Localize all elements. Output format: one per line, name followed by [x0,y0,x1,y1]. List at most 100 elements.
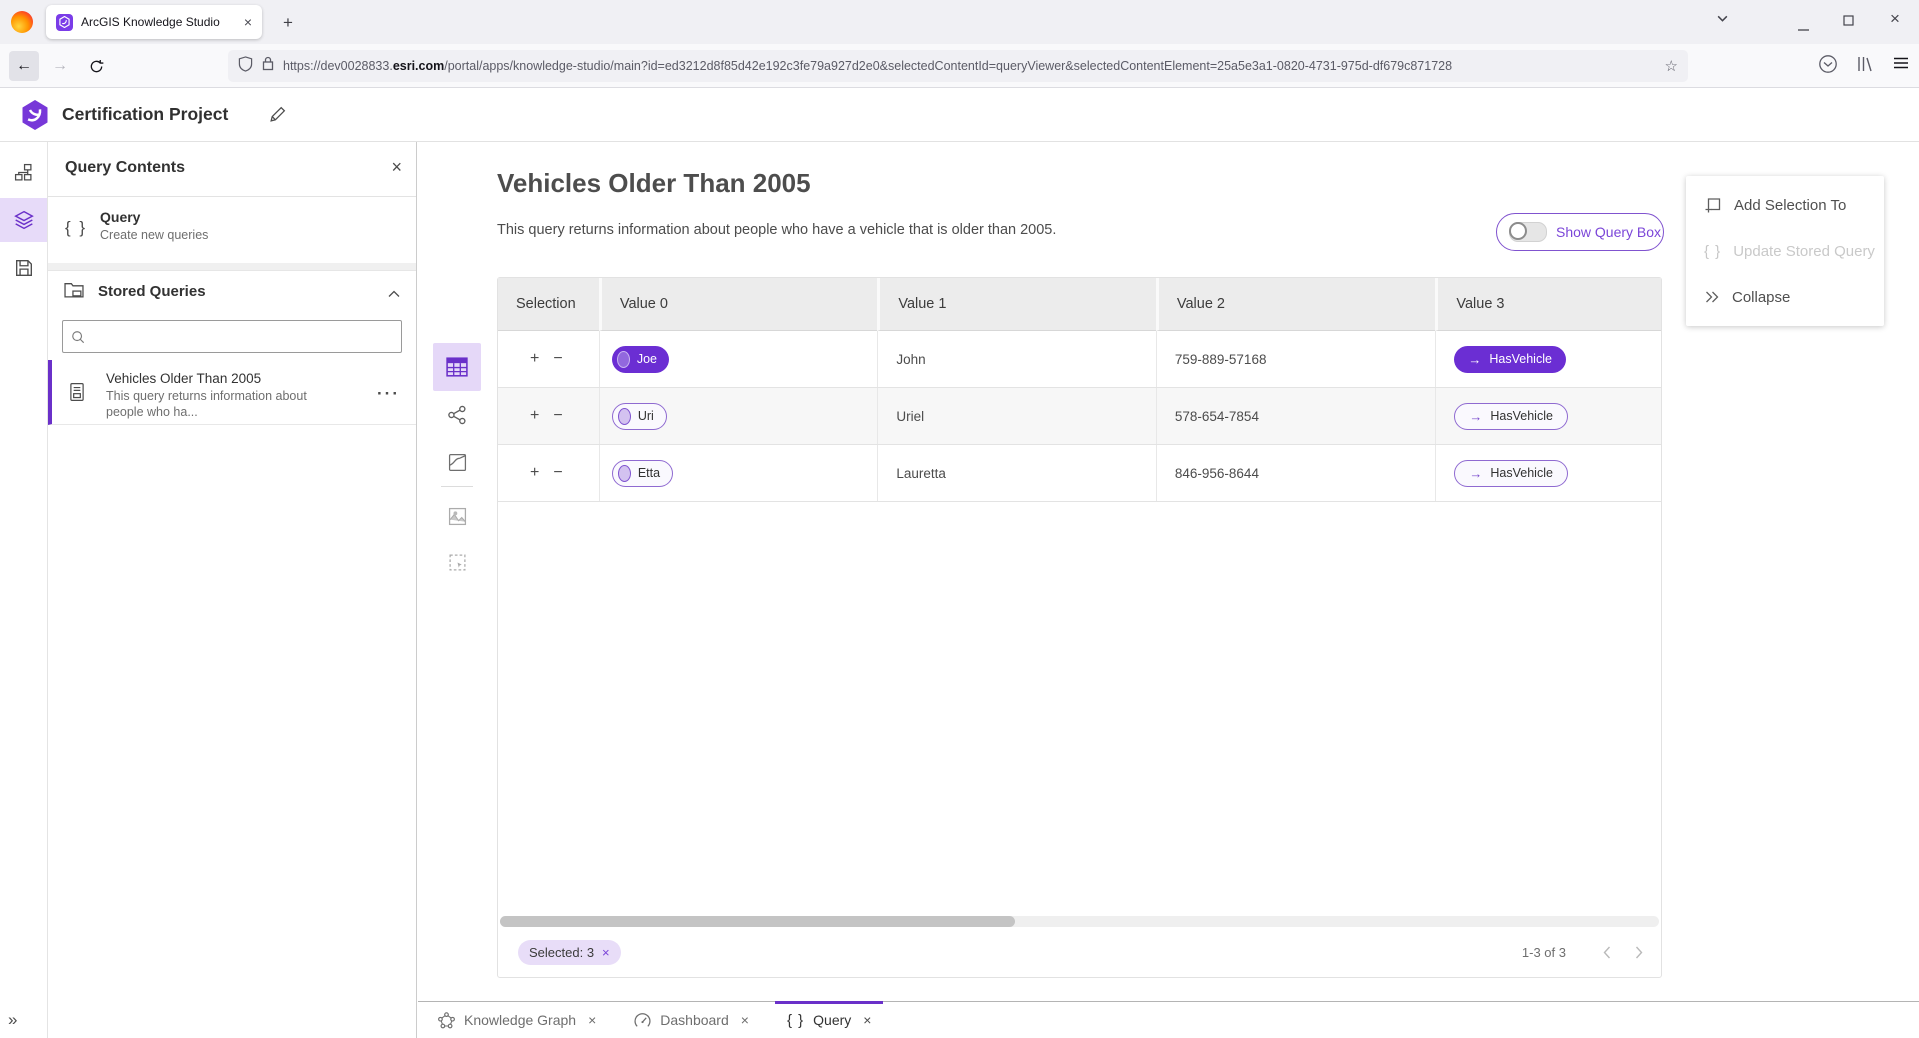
show-query-box-label: Show Query Box [1556,224,1661,240]
firefox-icon[interactable] [11,11,33,33]
cell-value[interactable]: 846-956-8644 [1156,445,1436,501]
braces-icon: { } [65,218,87,238]
query-item-subtitle: Create new queries [100,228,208,242]
browser-tab-strip: ArcGIS Knowledge Studio × + × [0,0,1919,44]
column-header[interactable]: Value 1 [877,278,1156,331]
tracking-shield-icon[interactable] [238,56,253,77]
viewbar-divider [441,486,473,487]
entity-pill[interactable]: Etta [612,460,673,487]
table-row[interactable]: +− Etta Lauretta 846-956-8644 →HasVehicl… [498,445,1661,502]
relationship-pill[interactable]: →HasVehicle [1454,346,1566,373]
expand-rail-icon[interactable]: » [8,1010,17,1030]
add-selection-icon [1704,196,1722,214]
library-icon[interactable] [1856,54,1874,79]
cell-value[interactable]: 759-889-57168 [1156,331,1436,387]
browser-tab[interactable]: ArcGIS Knowledge Studio × [46,5,262,39]
clear-selection-icon[interactable]: × [602,945,610,960]
column-header[interactable]: Value 3 [1435,278,1661,331]
show-query-box-toggle[interactable] [1509,222,1547,242]
menu-item-update-stored-query[interactable]: { } Update Stored Query [1686,228,1884,274]
tab-list-chevron-icon[interactable] [1716,12,1729,30]
left-rail: » [0,142,48,1038]
query-create-item[interactable]: { } Query Create new queries [48,196,416,264]
stored-query-item[interactable]: Vehicles Older Than 2005 This query retu… [48,360,416,425]
entity-icon [617,351,630,368]
tab-dashboard[interactable]: Dashboard × [634,1002,749,1038]
window-maximize-icon[interactable] [1843,13,1854,31]
table-view-button[interactable] [433,343,481,391]
panel-close-icon[interactable]: × [391,157,402,178]
app-header: Certification Project ? PL publisher2 la… [0,88,1919,142]
cell-value[interactable]: Uriel [877,388,1156,444]
column-header[interactable]: Selection [498,278,599,331]
map-view-button[interactable] [433,438,481,486]
item-options-icon[interactable]: ··· [377,384,400,404]
show-query-box-button[interactable]: Show Query Box [1496,213,1664,251]
contents-layers-icon[interactable] [0,198,47,242]
braces-icon: { } [787,1012,804,1029]
stored-queries-search[interactable] [62,320,402,353]
close-tab-icon[interactable]: × [741,1012,749,1028]
table-row[interactable]: +− Uri Uriel 578-654-7854 →HasVehicle [498,388,1661,445]
bottom-tab-bar: Knowledge Graph × Dashboard × { } Query … [418,1001,1919,1038]
pocket-icon[interactable] [1818,54,1838,79]
next-page-icon[interactable] [1629,942,1649,962]
url-text: https://dev0028833. esri.com /portal/app… [283,59,1452,73]
forward-button[interactable]: → [45,51,75,81]
tab-query[interactable]: { } Query × [787,1002,872,1038]
data-model-icon[interactable] [0,150,47,194]
window-minimize-icon[interactable] [1798,19,1810,37]
column-header[interactable]: Value 2 [1156,278,1436,331]
relationship-pill[interactable]: →HasVehicle [1454,403,1568,430]
selected-count-chip[interactable]: Selected: 3 × [518,940,621,965]
edit-title-icon[interactable] [268,105,287,129]
cell-value[interactable]: John [877,331,1156,387]
braces-icon: { } [1704,243,1721,260]
hamburger-menu-icon[interactable] [1892,54,1910,77]
relationship-pill[interactable]: →HasVehicle [1454,460,1568,487]
save-icon[interactable] [0,246,47,290]
collapse-row-icon[interactable]: − [553,464,562,482]
back-button[interactable]: ← [9,51,39,81]
collapse-section-icon[interactable] [388,285,400,303]
select-extent-button[interactable] [433,538,481,586]
relationship-label: HasVehicle [1490,466,1553,480]
expand-row-icon[interactable]: + [530,464,539,482]
new-tab-icon[interactable]: + [283,13,293,33]
collapse-row-icon[interactable]: − [553,407,562,425]
browser-tab-title: ArcGIS Knowledge Studio [81,15,244,29]
menu-item-collapse[interactable]: Collapse [1686,274,1884,320]
previous-page-icon[interactable] [1597,942,1617,962]
menu-item-add-selection-to[interactable]: Add Selection To [1686,182,1884,228]
url-bar[interactable]: https://dev0028833. esri.com /portal/app… [228,50,1688,82]
close-tab-icon[interactable]: × [588,1012,596,1028]
query-viewer: Vehicles Older Than 2005 This query retu… [418,142,1919,1038]
horizontal-scrollbar[interactable] [500,916,1659,927]
query-contents-panel: Query Contents × { } Query Create new qu… [48,142,417,1038]
window-close-icon[interactable]: × [1890,9,1900,29]
bookmark-star-icon[interactable]: ☆ [1665,57,1678,75]
page-title: Vehicles Older Than 2005 [497,168,811,199]
tab-label: Dashboard [660,1012,729,1028]
table-row[interactable]: +− Joe John 759-889-57168 →HasVehicle [498,331,1661,388]
lock-icon[interactable] [262,56,274,76]
link-chart-view-button[interactable] [433,391,481,439]
search-input[interactable] [93,328,393,345]
expand-row-icon[interactable]: + [530,407,539,425]
expand-row-icon[interactable]: + [530,350,539,368]
cell-value[interactable]: Lauretta [877,445,1156,501]
collapse-row-icon[interactable]: − [553,350,562,368]
results-table: Selection Value 0 Value 1 Value 2 Value … [497,277,1662,978]
entity-pill[interactable]: Joe [612,346,669,373]
panel-title: Query Contents [65,159,185,177]
add-to-map-button[interactable] [433,492,481,540]
tab-knowledge-graph[interactable]: Knowledge Graph × [438,1002,596,1038]
cell-value[interactable]: 578-654-7854 [1156,388,1436,444]
close-tab-icon[interactable]: × [863,1012,871,1028]
column-header[interactable]: Value 0 [599,278,878,331]
reload-button[interactable] [81,51,111,81]
scrollbar-thumb[interactable] [500,916,1015,927]
entity-pill[interactable]: Uri [612,403,667,430]
tab-close-icon[interactable]: × [244,15,252,29]
stored-queries-header[interactable]: Stored Queries [48,271,416,311]
